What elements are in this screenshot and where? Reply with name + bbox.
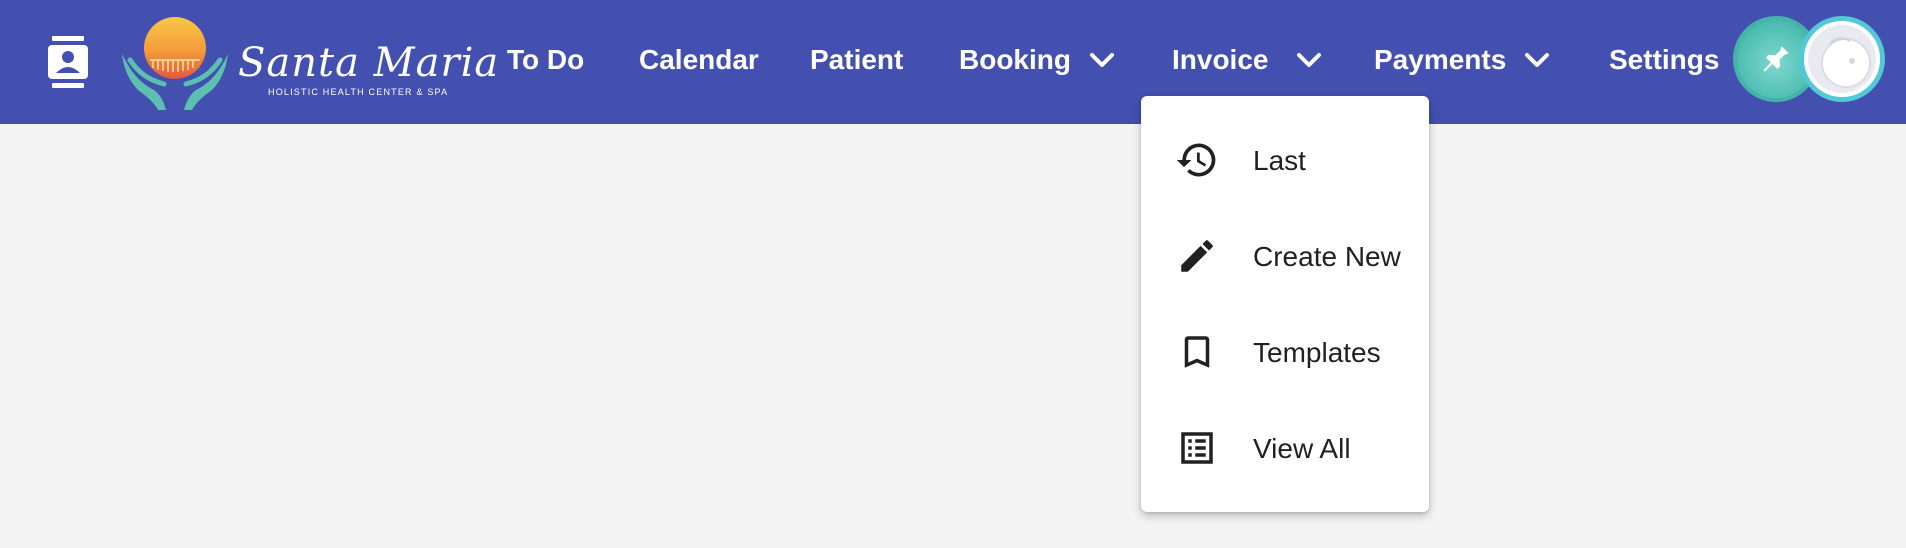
menu-item-templates-label: Templates (1253, 337, 1381, 368)
nav-payments[interactable]: Payments (1374, 40, 1550, 80)
menu-item-create-new-label: Create New (1253, 241, 1401, 272)
nav-settings-label: Settings (1609, 44, 1720, 75)
brand-tagline: HOLISTIC HEALTH CENTER & SPA (268, 87, 449, 97)
user-avatar-button[interactable] (1799, 16, 1885, 102)
chevron-down-icon (1089, 51, 1115, 69)
chevron-down-icon (1524, 51, 1550, 69)
nav-booking-label: Booking (959, 44, 1071, 75)
chevron-down-icon (1296, 51, 1322, 69)
nav-todo-label: To Do (507, 44, 585, 75)
nav-booking[interactable]: Booking (959, 40, 1115, 80)
nav-patient[interactable]: Patient (810, 40, 903, 80)
menu-item-view-all[interactable]: View All (1141, 400, 1429, 496)
nav-patient-label: Patient (810, 44, 904, 75)
brand-logo[interactable]: Santa Maria HOLISTIC HEALTH CENTER & SPA (120, 10, 498, 110)
brand-name: Santa Maria (238, 40, 500, 86)
user-avatar (1808, 25, 1876, 93)
menu-item-view-all-label: View All (1253, 433, 1351, 464)
menu-item-create-new[interactable]: Create New (1141, 208, 1429, 304)
menu-item-templates[interactable]: Templates (1141, 304, 1429, 400)
nav-payments-label: Payments (1374, 44, 1507, 75)
history-icon (1173, 136, 1221, 184)
bookmark-icon (1173, 328, 1221, 376)
nav-settings[interactable]: Settings (1609, 40, 1719, 80)
menu-item-last[interactable]: Last (1141, 112, 1429, 208)
nav-todo[interactable]: To Do (507, 40, 584, 80)
contacts-button[interactable] (44, 36, 92, 88)
invoice-dropdown-menu: Last Create New Templates View All (1141, 96, 1429, 512)
contact-card-icon (48, 36, 88, 88)
menu-item-last-label: Last (1253, 145, 1306, 176)
nav-invoice[interactable]: Invoice (1172, 40, 1322, 80)
list-icon (1173, 424, 1221, 472)
top-navigation-bar: Santa Maria HOLISTIC HEALTH CENTER & SPA… (0, 0, 1906, 124)
pin-icon (1763, 46, 1789, 72)
nav-calendar[interactable]: Calendar (639, 40, 759, 80)
nav-calendar-label: Calendar (639, 44, 759, 75)
nav-invoice-label: Invoice (1172, 44, 1269, 75)
pencil-icon (1173, 232, 1221, 280)
logo-emblem-icon (122, 17, 228, 110)
